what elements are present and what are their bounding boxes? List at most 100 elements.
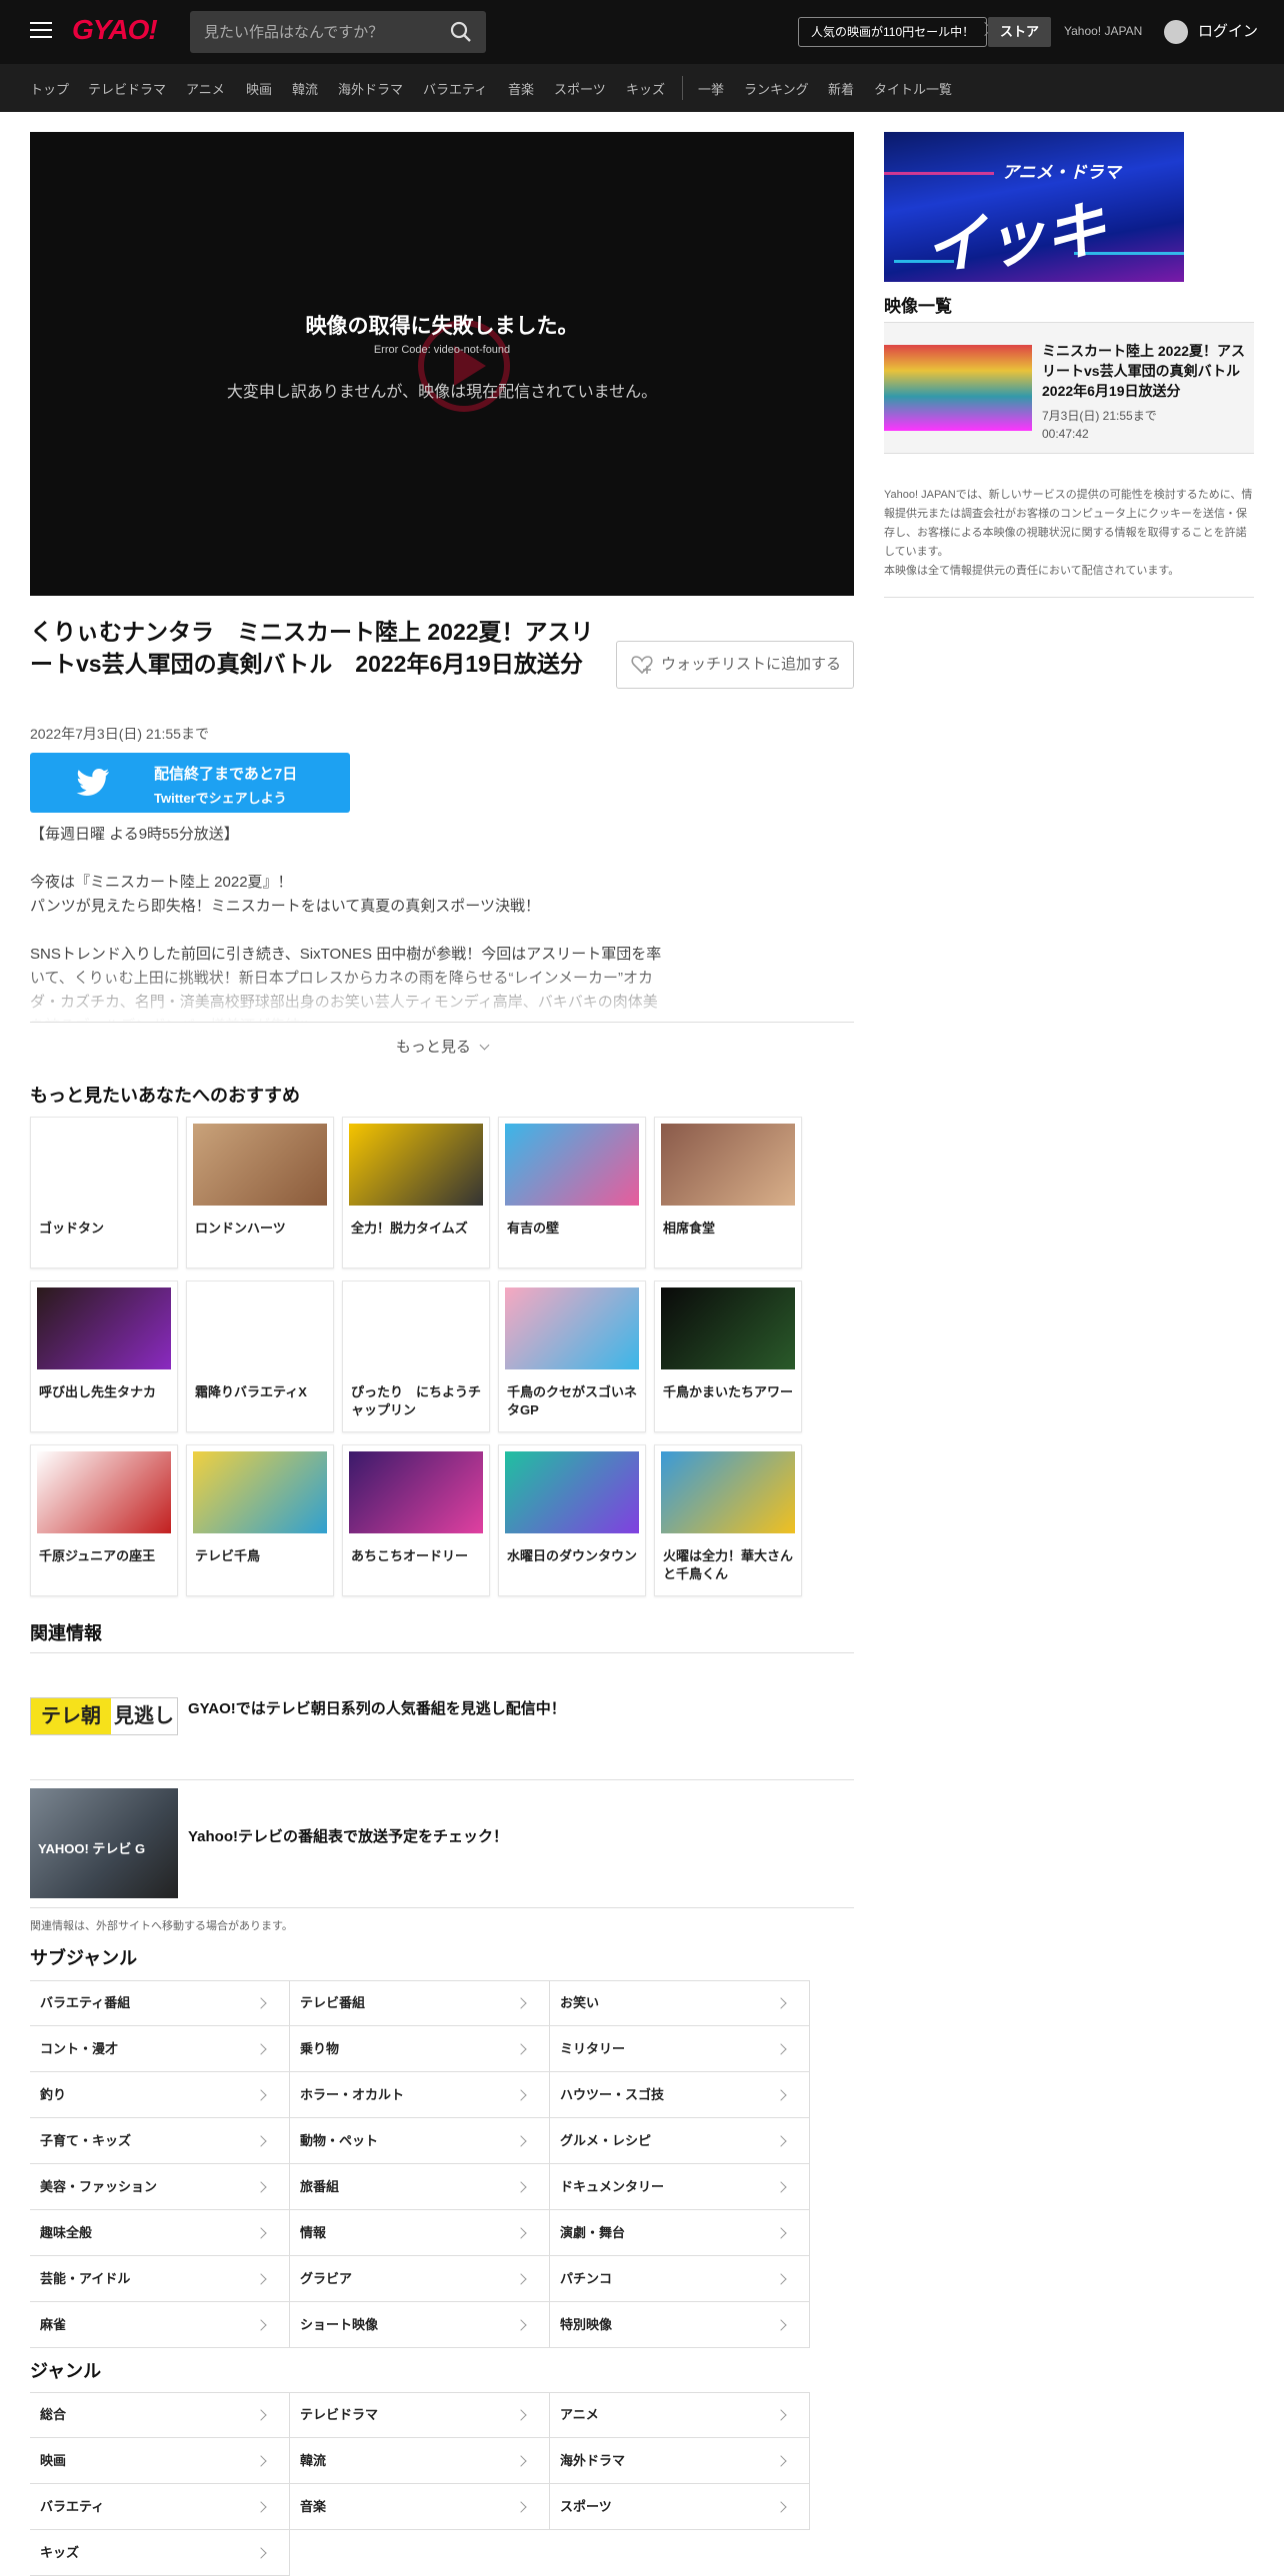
program-card[interactable]: 相席食堂 [654, 1117, 802, 1269]
nav-item[interactable]: 新着 [828, 79, 854, 98]
genre-link[interactable]: スポーツ [550, 2484, 810, 2530]
genre-link[interactable]: 特別映像 [550, 2302, 810, 2348]
genre-link[interactable]: 釣り [30, 2072, 290, 2118]
program-card[interactable]: 有吉の壁 [498, 1117, 646, 1269]
genre-link[interactable]: 麻雀 [30, 2302, 290, 2348]
genre-link[interactable]: 海外ドラマ [550, 2438, 810, 2484]
genre-link[interactable]: ミリタリー [550, 2026, 810, 2072]
genre-link[interactable]: グラビア [290, 2256, 550, 2302]
store-button[interactable]: ストア [988, 17, 1052, 47]
genre-link[interactable]: 映画 [30, 2438, 290, 2484]
program-card[interactable]: 呼び出し先生タナカ [30, 1281, 178, 1432]
program-title: ゴッドタン [39, 1221, 105, 1236]
genre-link[interactable]: テレビドラマ [290, 2392, 550, 2438]
genre-link[interactable]: ドキュメンタリー [550, 2164, 810, 2210]
genre-link[interactable]: 旅番組 [290, 2164, 550, 2210]
twitter-share-label: Twitterでシェアしよう [154, 791, 287, 806]
genre-link[interactable]: 芸能・アイドル [30, 2256, 290, 2302]
genre-link[interactable]: 美容・ファッション [30, 2164, 290, 2210]
program-card[interactable]: 千鳥かまいたちアワー [654, 1281, 802, 1432]
genre-link[interactable]: ハウツー・スゴ技 [550, 2072, 810, 2118]
banner-stripe [884, 172, 994, 175]
disclaimer: Yahoo! JAPANでは、新しいサービスの提供の可能性を検討するために、情報… [884, 486, 1254, 598]
login-button[interactable]: ログイン [1164, 18, 1258, 46]
error-title: 映像の取得に失敗しました。 [305, 315, 579, 338]
genre-link[interactable]: 趣味全般 [30, 2210, 290, 2256]
program-card[interactable]: テレビ千鳥 [186, 1444, 334, 1596]
nav-item[interactable]: テレビドラマ [88, 79, 166, 98]
program-thumbnail [505, 1288, 639, 1369]
program-card[interactable]: 千原ジュニアの座王 [30, 1444, 178, 1596]
program-thumbnail [661, 1451, 795, 1533]
genre-link[interactable]: ショート映像 [290, 2302, 550, 2348]
genre-link[interactable]: お笑い [550, 1980, 810, 2026]
genre-link[interactable]: 子育て・キッズ [30, 2118, 290, 2164]
nav-item[interactable]: 韓流 [292, 79, 318, 98]
video-list-item[interactable]: ミニスカート陸上 2022夏！アスリートvs芸人軍団の真剣バトル 2022年6月… [884, 322, 1254, 454]
video-player[interactable]: 映像の取得に失敗しました。 Error Code: video-not-foun… [30, 132, 854, 596]
nav-item[interactable]: アニメ [186, 79, 225, 98]
nav-item[interactable]: 映画 [246, 79, 272, 98]
program-thumbnail [661, 1124, 795, 1206]
genre-link[interactable]: キッズ [30, 2530, 290, 2576]
nav-item[interactable]: トップ [30, 79, 69, 98]
video-duration: 00:47:42 [1042, 427, 1089, 441]
genre-link[interactable]: コント・漫才 [30, 2026, 290, 2072]
twitter-share-button[interactable]: 配信終了まであと7日 Twitterでシェアしよう [30, 753, 350, 813]
yahoo-tv-image[interactable]: YAHOO! テレビ G [30, 1788, 178, 1898]
search-input[interactable] [204, 11, 444, 53]
program-card[interactable]: ぴったり にちようチャップリン [342, 1281, 490, 1432]
program-card[interactable]: 全力！脱力タイムズ [342, 1117, 490, 1269]
program-thumbnail [661, 1288, 795, 1369]
yahoo-japan-link[interactable]: Yahoo! JAPAN [1064, 24, 1142, 38]
genre-link[interactable]: アニメ [550, 2392, 810, 2438]
show-more-button[interactable]: もっと見る [30, 1022, 854, 1072]
program-card[interactable]: 千鳥のクセがスゴいネタGP [498, 1281, 646, 1432]
program-title: 有吉の壁 [507, 1221, 560, 1236]
nav-item[interactable]: バラエティ [423, 79, 487, 98]
genre-link[interactable]: 情報 [290, 2210, 550, 2256]
page-title: くりぃむナンタラ ミニスカート陸上 2022夏！アスリートvs芸人軍団の真剣バト… [30, 619, 594, 677]
genre-link[interactable]: 乗り物 [290, 2026, 550, 2072]
genre-link[interactable]: バラエティ [30, 2484, 290, 2530]
program-title: ロンドンハーツ [195, 1221, 286, 1236]
program-title: 呼び出し先生タナカ [39, 1384, 157, 1399]
nav-item[interactable]: 音楽 [508, 79, 534, 98]
genre-link[interactable]: 動物・ペット [290, 2118, 550, 2164]
program-card[interactable]: あちこちオードリー [342, 1444, 490, 1596]
genre-link[interactable]: グルメ・レシピ [550, 2118, 810, 2164]
tv-asahi-logo[interactable]: テレ朝 見逃し [30, 1697, 178, 1735]
program-card[interactable]: 霜降りバラエティX [186, 1281, 334, 1432]
related-note: 関連情報は、外部サイトへ移動する場合があります。 [30, 1920, 293, 1932]
nav-item[interactable]: 一挙 [698, 79, 724, 98]
genre-link[interactable]: ホラー・オカルト [290, 2072, 550, 2118]
ikkimi-banner[interactable]: アニメ・ドラマ イッキ見! [884, 132, 1184, 282]
related-link[interactable]: GYAO!ではテレビ朝日系列の人気番組を見逃し配信中！ [188, 1697, 566, 1718]
program-title: 霜降りバラエティX [195, 1384, 307, 1399]
logo[interactable]: GYAO! [72, 14, 158, 46]
nav-item[interactable]: 海外ドラマ [338, 79, 403, 98]
program-card[interactable]: ゴッドタン [30, 1117, 178, 1269]
nav-item[interactable]: ランキング [744, 79, 809, 98]
program-title: ぴったり にちようチャップリン [351, 1384, 482, 1417]
nav-item[interactable]: キッズ [626, 79, 665, 98]
program-card[interactable]: ロンドンハーツ [186, 1117, 334, 1269]
genre-link[interactable]: 音楽 [290, 2484, 550, 2530]
menu-icon[interactable] [30, 22, 52, 40]
search-icon[interactable] [450, 21, 472, 43]
program-card[interactable]: 水曜日のダウンタウン [498, 1444, 646, 1596]
genre-link[interactable]: 演劇・舞台 [550, 2210, 810, 2256]
promo-link[interactable]: 人気の映画が110円セール中！ [798, 17, 988, 47]
genre-link[interactable]: 韓流 [290, 2438, 550, 2484]
genre-link[interactable]: テレビ番組 [290, 1980, 550, 2026]
add-watchlist-button[interactable]: ウォッチリストに追加する [616, 641, 854, 689]
image-caption: YAHOO! テレビ G [38, 1841, 146, 1856]
program-card[interactable]: 火曜は全力！華大さんと千鳥くん [654, 1444, 802, 1596]
nav-item[interactable]: タイトル一覧 [874, 79, 952, 98]
related-link[interactable]: Yahoo!テレビの番組表で放送予定をチェック！ [188, 1825, 508, 1846]
genre-link[interactable]: 総合 [30, 2392, 290, 2438]
genre-link[interactable]: バラエティ番組 [30, 1980, 290, 2026]
nav-item[interactable]: スポーツ [554, 79, 606, 98]
genre-link[interactable]: パチンコ [550, 2256, 810, 2302]
divider [30, 1779, 854, 1780]
